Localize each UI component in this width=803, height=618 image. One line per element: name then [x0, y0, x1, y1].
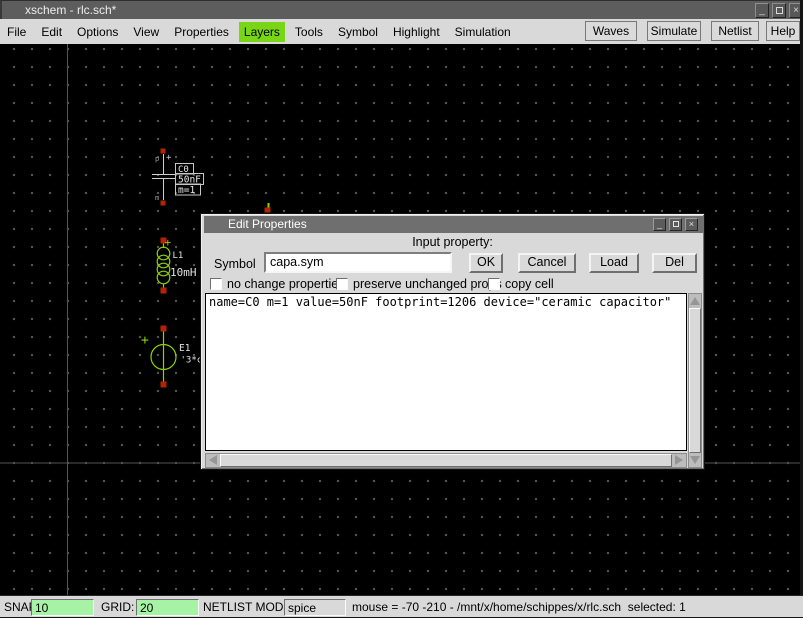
maximize-icon	[673, 221, 679, 227]
ind-name-label: L1	[173, 251, 184, 261]
symbol-label: Symbol	[214, 257, 256, 271]
menu-simulation[interactable]: Simulation	[450, 22, 516, 42]
ind-plus-sign: +	[165, 236, 172, 249]
netlist-mode-input[interactable]: spice	[284, 599, 346, 616]
cap-pin-bottom-label: m	[155, 194, 159, 202]
menu-tools[interactable]: Tools	[290, 22, 328, 42]
netlist-mode-value: spice	[288, 601, 316, 615]
menu-layers[interactable]: Layers	[239, 22, 285, 42]
close-icon: ×	[793, 5, 799, 16]
menu-edit[interactable]: Edit	[36, 22, 67, 42]
src-value-label: '3*c	[181, 356, 203, 366]
cap-pin-top-label: p	[155, 155, 159, 163]
cap-mult-label: m=1	[178, 185, 195, 196]
preserve-unchanged-props-label: preserve unchanged props	[353, 277, 502, 291]
menu-file[interactable]: File	[2, 22, 31, 42]
src-plus-sign: +	[141, 333, 149, 348]
menu-view[interactable]: View	[128, 22, 164, 42]
grid-label: GRID:	[101, 600, 134, 614]
vertical-scrollbar-thumb[interactable]	[689, 308, 701, 453]
del-button[interactable]: Del	[652, 253, 697, 273]
mouse-status-info: mouse = -70 -210 - /mnt/x/home/schippes/…	[352, 600, 686, 614]
grid-input[interactable]: 20	[136, 599, 199, 616]
src-name-label: E1	[179, 343, 191, 354]
cap-plus-sign: +	[166, 153, 172, 163]
waves-button[interactable]: Waves	[585, 21, 637, 41]
symbol-input-value: capa.sym	[270, 255, 324, 269]
dialog-titlebar[interactable]: Edit Properties _ ×	[204, 216, 703, 233]
pin-square	[161, 288, 167, 294]
no-change-properties-checkbox[interactable]	[210, 278, 222, 290]
pin-square	[161, 326, 167, 332]
vertical-scrollbar[interactable]	[688, 293, 702, 468]
scroll-right-icon[interactable]	[675, 455, 683, 465]
grid-value: 20	[140, 601, 153, 615]
pin-square	[161, 201, 166, 206]
dialog-title: Edit Properties	[228, 217, 307, 231]
component-source-e1[interactable]: + E1 '3*c	[141, 326, 202, 388]
component-partial-pin	[265, 203, 271, 213]
pin-square	[161, 149, 166, 154]
window-title: xschem - rlc.sch*	[25, 3, 116, 17]
symbol-input[interactable]: capa.sym	[264, 252, 452, 273]
load-button[interactable]: Load	[589, 253, 639, 273]
horizontal-scrollbar-thumb[interactable]	[220, 454, 672, 467]
copy-cell-checkbox[interactable]	[488, 278, 500, 290]
snap-input[interactable]: 10	[31, 599, 94, 616]
netlist-mode-label: NETLIST MODE:	[203, 600, 295, 614]
ind-value-label: 10mH	[170, 266, 197, 279]
menu-highlight[interactable]: Highlight	[388, 22, 445, 42]
edit-properties-dialog: Edit Properties _ × Input property: Symb…	[200, 213, 705, 470]
menu-options[interactable]: Options	[72, 22, 123, 42]
menu-properties[interactable]: Properties	[169, 22, 234, 42]
close-icon: ×	[689, 219, 694, 229]
scroll-left-icon[interactable]	[209, 455, 217, 465]
netlist-button[interactable]: Netlist	[711, 21, 759, 41]
preserve-unchanged-props-checkbox[interactable]	[336, 278, 348, 290]
maximize-icon	[776, 7, 783, 14]
input-property-prompt: Input property:	[201, 235, 704, 249]
menubar: File Edit Options View Properties Layers…	[0, 19, 803, 44]
pin-square	[161, 382, 167, 388]
menu-items: File Edit Options View Properties Layers…	[2, 19, 521, 44]
scroll-up-icon[interactable]	[690, 297, 700, 305]
scroll-down-icon[interactable]	[690, 456, 700, 464]
dialog-maximize-button[interactable]	[669, 218, 682, 231]
component-inductor-l1[interactable]: + L1 10mH	[157, 236, 196, 294]
minimize-icon: _	[657, 219, 662, 229]
cancel-button[interactable]: Cancel	[518, 253, 576, 273]
help-button[interactable]: Help	[766, 21, 800, 41]
minimize-icon: _	[759, 5, 765, 16]
no-change-properties-label: no change properties	[227, 277, 344, 291]
dialog-close-button[interactable]: ×	[685, 218, 698, 231]
horizontal-scrollbar[interactable]	[205, 453, 687, 468]
maximize-button[interactable]	[772, 3, 786, 18]
statusbar: SNAP: 10 GRID: 20 NETLIST MODE: spice mo…	[0, 595, 803, 618]
component-capacitor-c0[interactable]: p m + C0 50nF m=1	[152, 149, 204, 206]
minimize-button[interactable]: _	[755, 3, 769, 18]
simulate-button[interactable]: Simulate	[647, 21, 701, 41]
property-text-wrapper: name=C0 m=1 value=50nF footprint=1206 de…	[205, 293, 687, 451]
snap-value: 10	[35, 601, 48, 615]
copy-cell-label: copy cell	[505, 277, 554, 291]
property-textarea[interactable]: name=C0 m=1 value=50nF footprint=1206 de…	[206, 294, 686, 450]
window-titlebar[interactable]: xschem - rlc.sch* _ ×	[0, 0, 803, 19]
menu-symbol[interactable]: Symbol	[333, 22, 383, 42]
ok-button[interactable]: OK	[469, 253, 503, 273]
dialog-minimize-button[interactable]: _	[653, 218, 666, 231]
